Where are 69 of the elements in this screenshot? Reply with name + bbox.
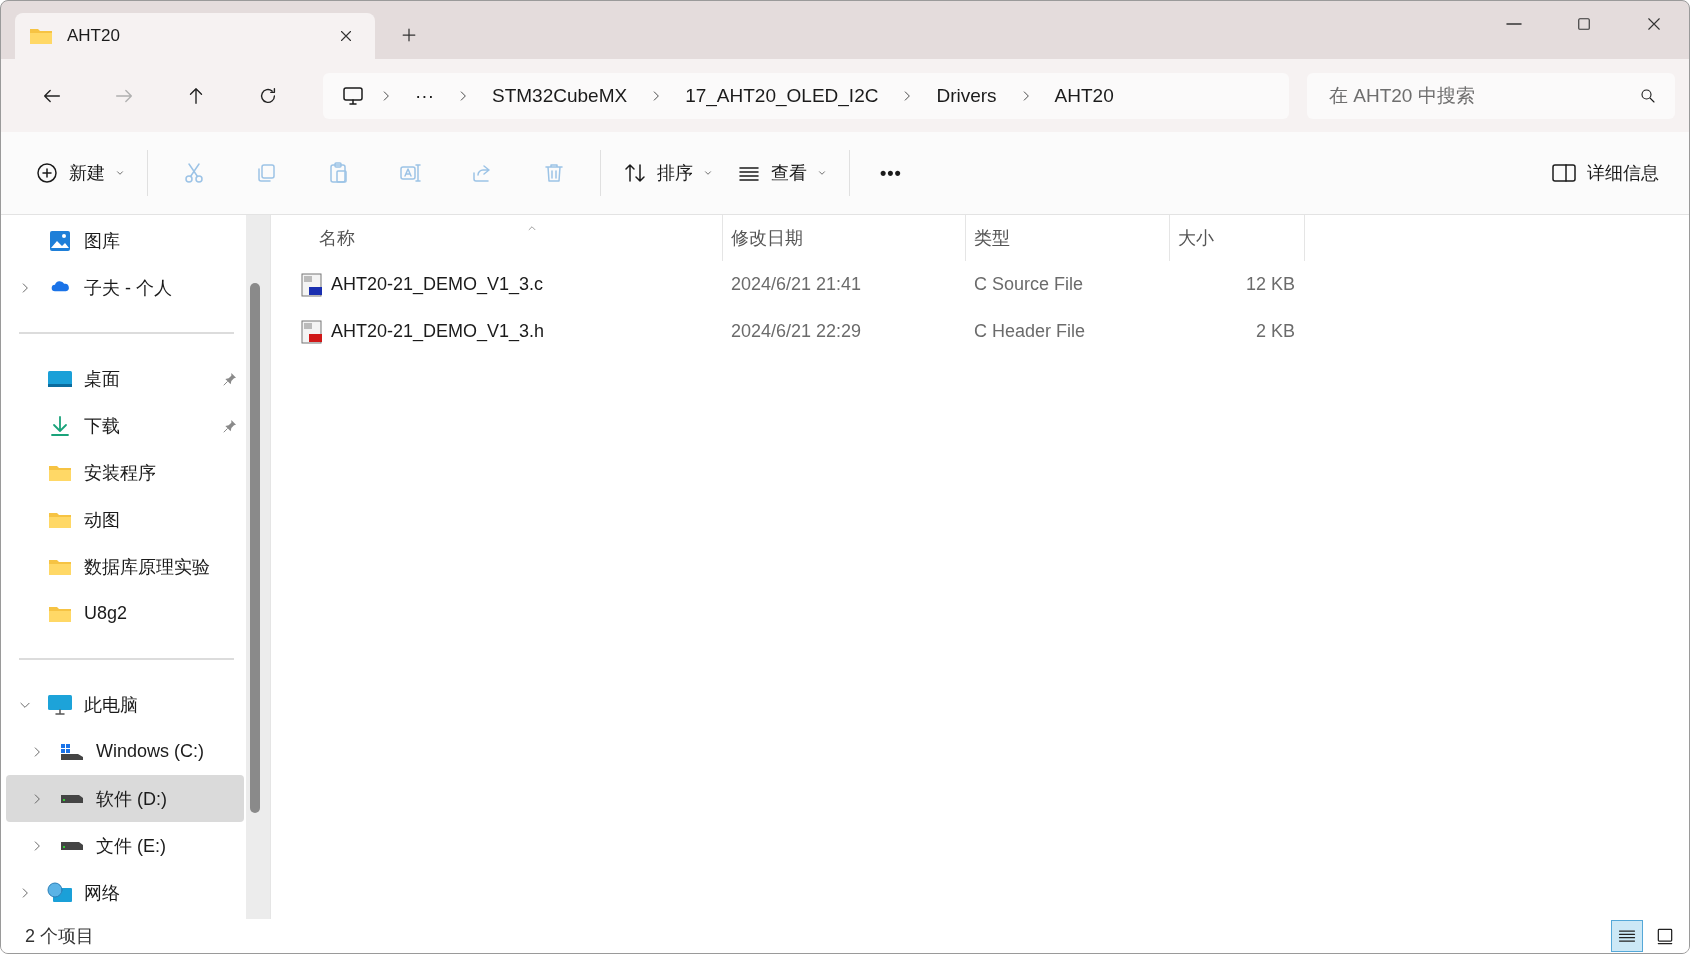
- plus-circle-icon: [35, 161, 59, 185]
- trash-icon: [542, 161, 566, 185]
- windows-drive-icon: [59, 741, 85, 762]
- table-cell-text: 2024/6/21 21:41: [730, 274, 863, 295]
- sidebar-item[interactable]: 安装程序: [6, 449, 244, 496]
- column-header[interactable]: 大小: [1170, 215, 1305, 261]
- sidebar-item[interactable]: 图库: [6, 217, 244, 264]
- item-count: 2 个项目: [25, 925, 94, 948]
- sort-button[interactable]: 排序: [611, 149, 725, 197]
- details-pane-button[interactable]: 详细信息: [1539, 149, 1671, 197]
- column-header[interactable]: 类型: [966, 215, 1170, 261]
- sidebar-item[interactable]: 数据库原理实验: [6, 543, 244, 590]
- sort-arrows-icon: [623, 161, 647, 185]
- scissors-icon: [182, 161, 206, 185]
- monitor-icon: [47, 693, 73, 716]
- close-icon: [1645, 15, 1663, 33]
- tiles-view-icon: [1655, 926, 1675, 946]
- sidebar-item[interactable]: 网络: [6, 869, 244, 916]
- sidebar-item[interactable]: U8g2: [6, 590, 244, 637]
- pin-icon: [222, 417, 238, 434]
- sidebar-item[interactable]: 下载: [6, 402, 244, 449]
- maximize-icon: [1575, 15, 1593, 33]
- column-header[interactable]: 修改日期: [723, 215, 966, 261]
- pin-icon: [222, 370, 238, 387]
- download-icon: [48, 413, 72, 438]
- caret-icon: [115, 168, 125, 178]
- table-cell: AHT20-21_DEMO_V1_3.c: [271, 272, 723, 297]
- table-cell-text: 2 KB: [1254, 321, 1296, 342]
- table-cell-text: C Source File: [973, 274, 1085, 295]
- sidebar-item[interactable]: 文件 (E:): [6, 822, 244, 869]
- table-cell-text: 2024/6/21 22:29: [730, 321, 863, 342]
- breadcrumb-item[interactable]: Drivers: [928, 80, 1005, 111]
- sort-caret-icon: [525, 223, 539, 233]
- source-file-icon: [301, 272, 323, 297]
- address-bar[interactable]: ··· STM32CubeMX 17_AHT20_OLED_I2C Drivers AHT20: [323, 72, 1289, 119]
- tab[interactable]: AHT20: [15, 13, 375, 59]
- table-cell-text: 12 KB: [1244, 274, 1296, 295]
- sidebar-item[interactable]: 子夫 - 个人: [6, 264, 244, 311]
- sidebar-item[interactable]: 动图: [6, 496, 244, 543]
- scrollbar-thumb[interactable]: [250, 283, 260, 813]
- sidebar-item[interactable]: 桌面: [6, 355, 244, 402]
- sidebar-item[interactable]: 软件 (D:): [6, 775, 244, 822]
- network-icon: [47, 881, 73, 904]
- details-view-button[interactable]: [1611, 920, 1643, 952]
- details-pane-icon: [1551, 162, 1577, 184]
- sidebar-item[interactable]: 此电脑: [6, 681, 244, 728]
- rename-icon: [398, 161, 422, 185]
- drive-icon: [59, 839, 85, 852]
- more-button[interactable]: •••: [868, 149, 914, 197]
- breadcrumb-item[interactable]: STM32CubeMX: [484, 80, 636, 111]
- breadcrumb-item[interactable]: 17_AHT20_OLED_I2C: [677, 80, 887, 111]
- breadcrumb-item[interactable]: AHT20: [1046, 80, 1122, 111]
- search-field[interactable]: 在 AHT20 中搜索: [1307, 72, 1675, 119]
- table-cell: AHT20-21_DEMO_V1_3.h: [271, 319, 723, 344]
- view-button[interactable]: 查看: [725, 149, 839, 197]
- caret-icon: [817, 168, 827, 178]
- source-file-icon: [301, 319, 323, 344]
- folder-icon: [29, 26, 53, 46]
- column-header[interactable]: 名称: [271, 215, 723, 261]
- breadcrumb-item[interactable]: ···: [407, 80, 442, 111]
- tab-title: AHT20: [67, 26, 121, 46]
- new-button[interactable]: 新建: [23, 149, 137, 197]
- minimize-icon: [1506, 23, 1522, 25]
- gallery-icon: [48, 228, 72, 253]
- table-cell-text: C Header File: [973, 321, 1087, 342]
- caret-icon: [703, 168, 713, 178]
- drive-icon: [59, 792, 85, 805]
- sidebar-item[interactable]: Windows (C:): [6, 728, 244, 775]
- search-icon: [1639, 86, 1657, 105]
